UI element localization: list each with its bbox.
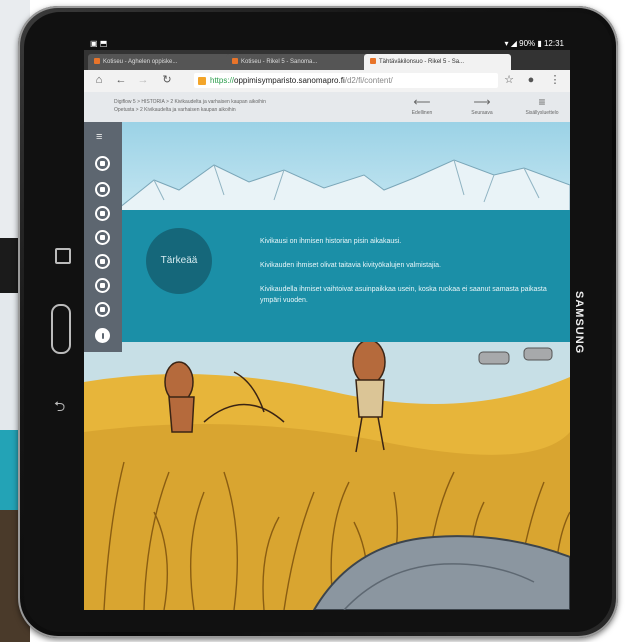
- important-badge: Tärkeää: [146, 228, 212, 294]
- page-icon: [100, 259, 105, 264]
- contents-button[interactable]: ≡ Sisällysluettelo: [522, 96, 562, 116]
- arrow-right-icon: ⟶: [473, 95, 491, 109]
- tab-title: Kotiseu - Aghelen oppiske...: [103, 59, 178, 65]
- tablet-screen: ▣ ⬒ ▾ ◢ 90% ▮ 12:31 Kotiseu - Aghelen op…: [84, 38, 570, 610]
- star-icon[interactable]: ☆: [502, 73, 516, 87]
- brand-logo: SAMSUNG: [573, 291, 585, 355]
- url-protocol: https://: [210, 76, 235, 85]
- forward-arrow-icon[interactable]: →: [136, 73, 150, 87]
- stone-age-hunt-illustration: [84, 342, 570, 610]
- fact-item: Kivikauden ihmiset olivat taitavia kivit…: [260, 262, 441, 269]
- favicon-icon: [370, 58, 376, 65]
- favicon-icon: [94, 58, 100, 65]
- hamburger-icon[interactable]: ≡: [96, 132, 102, 143]
- url-host: oppimisymparisto.sanomapro.fi: [234, 76, 345, 85]
- page-icon: [100, 235, 105, 240]
- url-path: /d2/fi/content/: [344, 76, 393, 85]
- important-icon: [101, 332, 104, 339]
- next-label: Seuraava: [471, 110, 493, 116]
- status-notifications: ▣ ⬒: [90, 39, 108, 48]
- home-key[interactable]: [51, 304, 71, 354]
- browser-tab-active[interactable]: Tähtäväkilonsuo - Rikel 5 - Sa...: [364, 54, 511, 70]
- breadcrumb-secondary[interactable]: Opetusta > 2 Kivikaudelta ja varhaisen k…: [114, 107, 236, 113]
- recent-apps-key[interactable]: [55, 248, 71, 264]
- breadcrumb[interactable]: Digiflow 5 > HISTORIA > 2 Kivikaudelta j…: [114, 99, 266, 105]
- reload-icon[interactable]: ↻: [160, 73, 174, 87]
- site-header: Digiflow 5 > HISTORIA > 2 Kivikaudelta j…: [84, 92, 570, 123]
- sidebar-item-page[interactable]: [95, 254, 110, 269]
- back-key[interactable]: ⮌: [54, 396, 65, 420]
- sidebar-item-page[interactable]: [95, 206, 110, 221]
- arrow-left-icon: ⟵: [413, 95, 431, 109]
- status-bar: ▣ ⬒ ▾ ◢ 90% ▮ 12:31: [84, 38, 570, 50]
- browser-tab[interactable]: Kotiseu - Aghelen oppiske...: [88, 54, 230, 70]
- browser-tab-strip: Kotiseu - Aghelen oppiske... Kotiseu - R…: [84, 50, 570, 70]
- contents-label: Sisällysluettelo: [525, 110, 559, 116]
- previous-button[interactable]: ⟵ Edellinen: [402, 96, 442, 116]
- page-icon: [100, 211, 105, 216]
- chapter-sidebar: ≡: [84, 122, 122, 352]
- sidebar-item-page[interactable]: [95, 156, 110, 171]
- page-icon: [100, 283, 105, 288]
- sidebar-item-important[interactable]: [95, 328, 110, 343]
- address-bar[interactable]: https://oppimisymparisto.sanomapro.fi/d2…: [194, 73, 498, 88]
- page-icon: [100, 161, 105, 166]
- page-icon: [100, 187, 105, 192]
- menu-icon: ≡: [538, 95, 546, 109]
- browser-tab[interactable]: Kotiseu - Rikel 5 - Sanoma...: [226, 54, 368, 70]
- sidebar-item-page[interactable]: [95, 182, 110, 197]
- sidebar-item-page[interactable]: [95, 230, 110, 245]
- favicon-icon: [232, 58, 238, 65]
- home-icon[interactable]: ⌂: [92, 73, 106, 87]
- lesson-content: Tärkeää Kivikausi on ihmisen historian p…: [84, 122, 570, 610]
- tab-title: Kotiseu - Rikel 5 - Sanoma...: [241, 59, 318, 65]
- sidebar-item-page[interactable]: [95, 302, 110, 317]
- mic-icon[interactable]: ●: [524, 73, 538, 87]
- tab-title: Tähtäväkilonsuo - Rikel 5 - Sa...: [379, 59, 465, 65]
- fact-item: Kivikaudella ihmiset vaihtoivat asuinpai…: [260, 286, 547, 304]
- status-indicators: ▾ ◢ 90% ▮ 12:31: [504, 39, 565, 48]
- back-arrow-icon[interactable]: ←: [114, 73, 128, 87]
- next-button[interactable]: ⟶ Seuraava: [462, 96, 502, 116]
- mountains-illustration: [113, 159, 570, 220]
- previous-label: Edellinen: [411, 110, 433, 116]
- fact-item: Kivikausi on ihmisen historian pisin aik…: [260, 238, 402, 245]
- sidebar-item-page[interactable]: [95, 278, 110, 293]
- lock-icon: [198, 76, 206, 85]
- key-facts-banner: Tärkeää Kivikausi on ihmisen historian p…: [84, 210, 570, 342]
- page-icon: [100, 307, 105, 312]
- kebab-menu-icon[interactable]: ⋮: [548, 73, 562, 87]
- browser-toolbar: ⌂ ← → ↻ https://oppimisymparisto.sanomap…: [84, 70, 570, 93]
